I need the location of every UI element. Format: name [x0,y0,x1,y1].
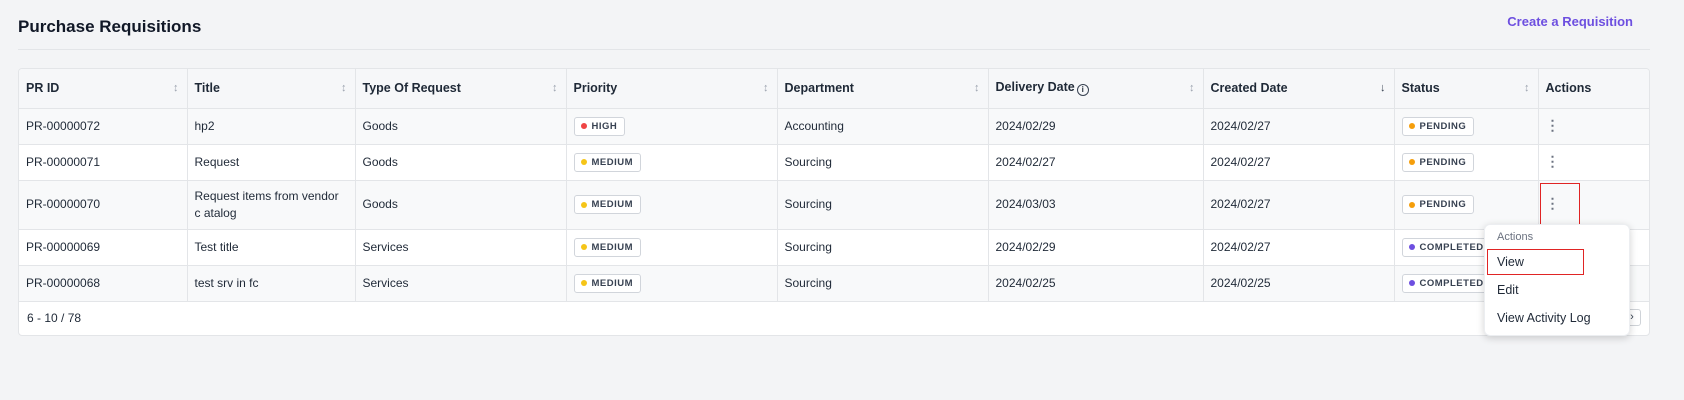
priority-dot [580,123,587,129]
status-dot [1408,244,1415,250]
priority-dot [580,280,587,286]
table-row[interactable]: PR-00000069 Test title Services MEDIUM S… [19,229,1649,266]
department-cell: Sourcing [777,180,989,230]
page-title: Purchase Requisitions [18,17,202,36]
delivery-date-cell: 2024/02/27 [988,144,1204,181]
status-dot [1408,280,1415,286]
created-date-cell: 2024/02/27 [1203,180,1395,230]
sort-icon[interactable]: ↕ [341,82,347,94]
column-header-priority[interactable]: Priority ↕ [566,69,778,109]
created-date-cell: 2024/02/27 [1203,144,1395,181]
status-cell: PENDING [1394,108,1539,145]
title-cell: Request items from vendor c atalog [187,180,356,230]
column-header-created-date[interactable]: Created Date ↓ [1203,69,1395,109]
department-cell: Sourcing [777,229,989,266]
table-row[interactable]: PR-00000072 hp2 Goods HIGH Accounting 20… [19,108,1649,145]
priority-dot [580,244,587,250]
type-cell: Services [355,265,567,302]
status-badge: PENDING [1401,195,1475,214]
priority-badge: MEDIUM [573,237,642,257]
status-badge: COMPLETED [1401,237,1492,257]
column-header-department[interactable]: Department ↕ [777,69,989,109]
column-header-pr-id[interactable]: PR ID ↕ [19,69,188,109]
table-row[interactable]: PR-00000070 Request items from vendor c … [19,180,1649,230]
kebab-highlight-box [1540,183,1580,227]
info-icon[interactable]: i [1076,84,1089,97]
created-date-cell: 2024/02/27 [1203,229,1395,266]
created-date-cell: 2024/02/25 [1203,265,1395,302]
priority-cell: HIGH [566,108,778,145]
column-header-type[interactable]: Type Of Request ↕ [355,69,567,109]
priority-dot [580,159,587,165]
priority-cell: MEDIUM [566,229,778,266]
pr-id-cell[interactable]: PR-00000069 [19,229,188,266]
title-cell: test srv in fc [187,265,356,302]
table-row[interactable]: PR-00000068 test srv in fc Services MEDI… [19,265,1649,302]
priority-dot [580,201,587,208]
type-cell: Goods [355,108,567,145]
priority-cell: MEDIUM [566,144,778,181]
table-header-row: PR ID ↕ Title ↕ Type Of Request ↕ Priority ↕… [19,69,1649,109]
department-cell: Sourcing [777,144,989,181]
sort-icon[interactable]: ↕ [1524,82,1530,94]
status-dot [1408,201,1415,208]
requisitions-table: PR ID ↕ Title ↕ Type Of Request ↕ Priority ↕… [18,68,1650,336]
title-cell: Test title [187,229,356,266]
actions-cell: ⋮ [1538,144,1649,181]
pr-id-cell[interactable]: PR-00000072 [19,108,188,145]
type-cell: Services [355,229,567,266]
actions-cell: ⋮ [1538,108,1649,145]
title-cell: hp2 [187,108,356,145]
sort-desc-icon[interactable]: ↓ [1380,82,1386,94]
status-badge: COMPLETED [1401,273,1492,293]
column-header-actions: Actions [1538,69,1649,109]
table-footer: 6 - 10 / 78 ‹ 1 2 › [19,301,1649,335]
column-header-delivery-date[interactable]: Delivery Date i ↕ [988,69,1204,109]
priority-badge: MEDIUM [573,152,642,172]
department-cell: Accounting [777,108,989,145]
menu-item-edit[interactable]: Edit [1497,283,1519,297]
pr-id-cell[interactable]: PR-00000068 [19,265,188,302]
menu-item-activity-log[interactable]: View Activity Log [1497,311,1591,325]
column-header-status[interactable]: Status ↕ [1394,69,1539,109]
pagination-range: 6 - 10 / 78 [27,311,82,325]
sort-icon[interactable]: ↕ [1189,82,1195,94]
kebab-menu-icon[interactable]: ⋮ [1546,154,1560,168]
column-header-title[interactable]: Title ↕ [187,69,356,109]
page-header: Purchase Requisitions Create a Requisiti… [18,0,1650,50]
priority-cell: MEDIUM [566,180,778,230]
table-row[interactable]: PR-00000071 Request Goods MEDIUM Sourcin… [19,144,1649,181]
department-cell: Sourcing [777,265,989,302]
priority-cell: MEDIUM [566,265,778,302]
create-requisition-link[interactable]: Create a Requisition [1507,14,1633,29]
sort-icon[interactable]: ↕ [763,82,769,94]
status-badge: PENDING [1401,152,1475,172]
menu-title: Actions [1497,231,1534,243]
delivery-date-cell: 2024/02/29 [988,108,1204,145]
type-cell: Goods [355,144,567,181]
title-cell: Request [187,144,356,181]
type-cell: Goods [355,180,567,230]
status-cell: PENDING [1394,144,1539,181]
delivery-date-cell: 2024/02/29 [988,229,1204,266]
status-dot [1408,159,1415,165]
priority-badge: MEDIUM [573,273,642,293]
kebab-menu-icon[interactable]: ⋮ [1546,118,1560,132]
sort-icon[interactable]: ↕ [173,82,179,94]
status-dot [1408,123,1415,129]
view-highlight-box [1487,249,1584,275]
delivery-date-cell: 2024/02/25 [988,265,1204,302]
priority-badge: HIGH [573,116,626,136]
sort-icon[interactable]: ↕ [974,82,980,94]
sort-icon[interactable]: ↕ [552,82,558,94]
created-date-cell: 2024/02/27 [1203,108,1395,145]
actions-dropdown-menu: Actions View Edit View Activity Log [1484,224,1630,336]
pr-id-cell[interactable]: PR-00000070 [19,180,188,230]
status-badge: PENDING [1401,116,1475,136]
delivery-date-cell: 2024/03/03 [988,180,1204,230]
pr-id-cell[interactable]: PR-00000071 [19,144,188,181]
priority-badge: MEDIUM [573,195,642,214]
status-cell: PENDING [1394,180,1539,230]
